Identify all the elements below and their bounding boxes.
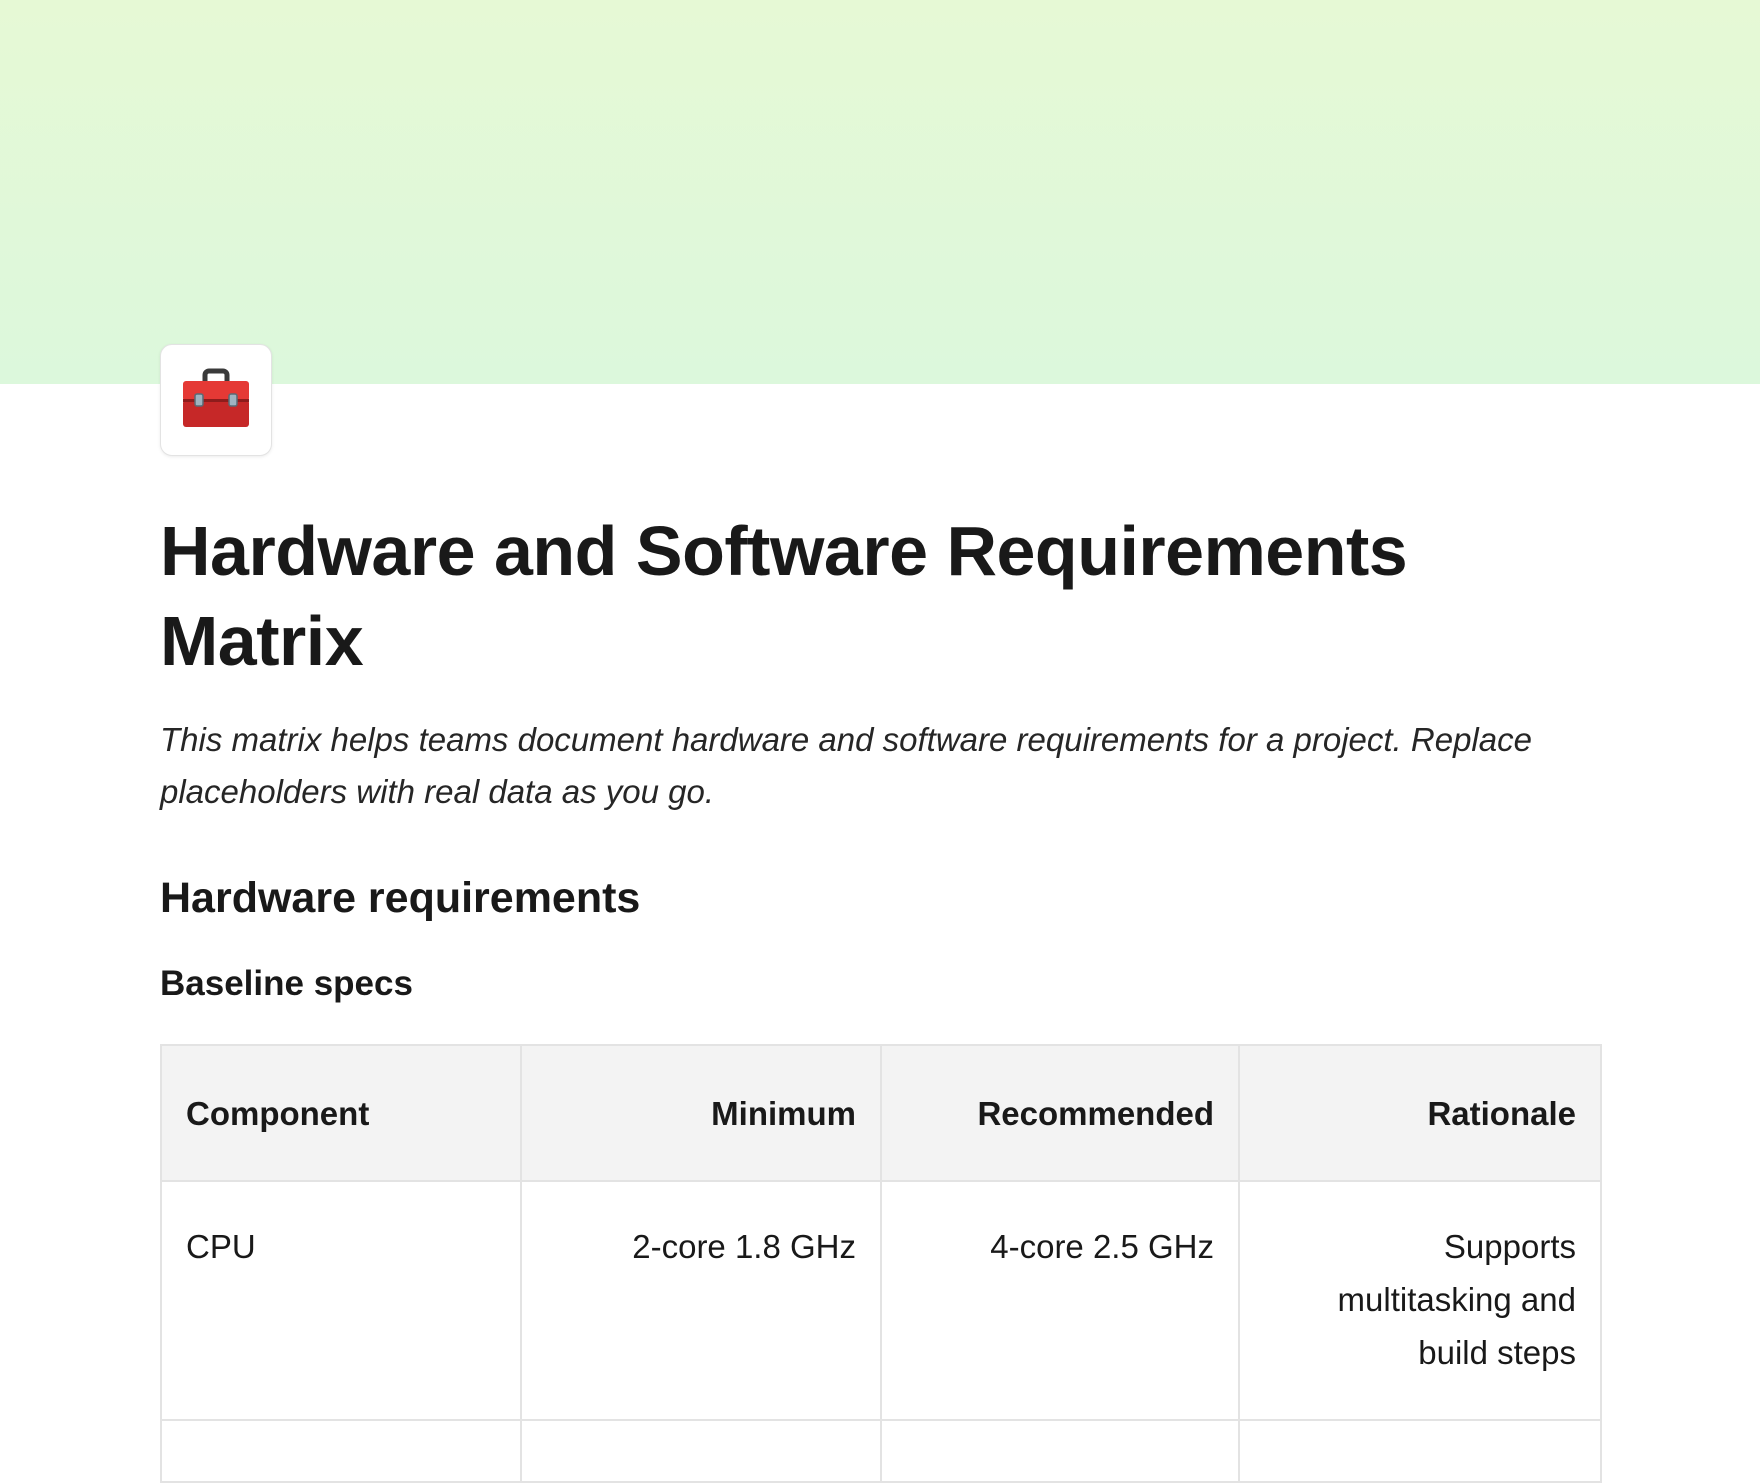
- section-heading-hardware[interactable]: Hardware requirements: [160, 870, 1600, 926]
- column-header-component[interactable]: Component: [160, 1044, 522, 1182]
- table-cell-recommended[interactable]: 4-core 2.5 GHz: [880, 1180, 1240, 1421]
- column-header-recommended[interactable]: Recommended: [880, 1044, 1240, 1182]
- table-cell-minimum[interactable]: 2-core 1.8 GHz: [520, 1180, 882, 1421]
- page-description[interactable]: This matrix helps teams document hardwar…: [160, 714, 1600, 818]
- table-cell-component[interactable]: CPU: [160, 1180, 522, 1421]
- page-icon-tile[interactable]: [160, 344, 272, 456]
- table-cell-empty[interactable]: [520, 1419, 882, 1483]
- table-cell-empty[interactable]: [1238, 1419, 1602, 1483]
- table-cell-rationale[interactable]: Supports multitasking and build steps: [1238, 1180, 1602, 1421]
- toolbox-icon: [181, 367, 251, 434]
- page-cover: [0, 0, 1760, 384]
- column-header-rationale[interactable]: Rationale: [1238, 1044, 1602, 1182]
- subsection-heading-baseline[interactable]: Baseline specs: [160, 960, 1600, 1008]
- table-cell-empty[interactable]: [160, 1419, 522, 1483]
- table-row: CPU 2-core 1.8 GHz 4-core 2.5 GHz Suppor…: [160, 1180, 1602, 1421]
- requirements-table: Component Minimum Recommended Rationale …: [160, 1044, 1602, 1483]
- table-row: [160, 1419, 1602, 1483]
- column-header-minimum[interactable]: Minimum: [520, 1044, 882, 1182]
- table-cell-empty[interactable]: [880, 1419, 1240, 1483]
- table-header-row: Component Minimum Recommended Rationale: [160, 1044, 1602, 1182]
- page-content: Hardware and Software Requirements Matri…: [160, 506, 1602, 1483]
- page-title[interactable]: Hardware and Software Requirements Matri…: [160, 506, 1600, 686]
